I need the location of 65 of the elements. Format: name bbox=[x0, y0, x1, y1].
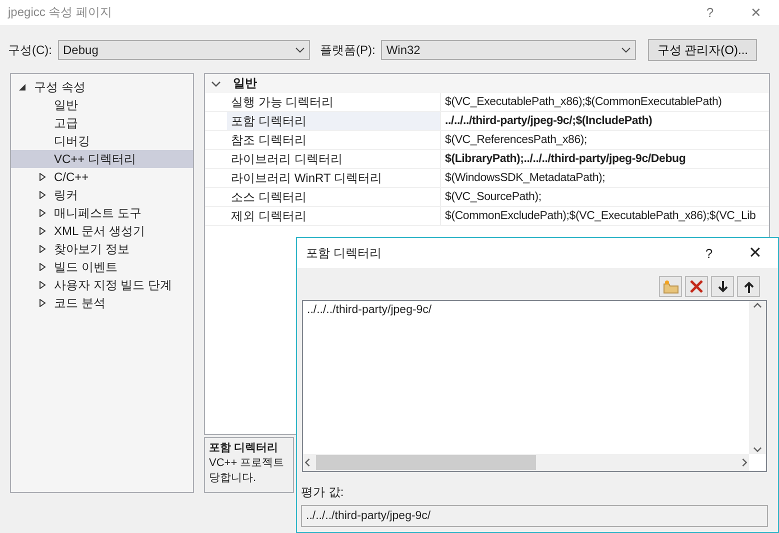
down-arrow-icon bbox=[718, 280, 728, 292]
close-button[interactable]: ✕ bbox=[732, 240, 778, 266]
description-title: 포함 디렉터리 bbox=[209, 441, 280, 455]
close-icon bbox=[690, 280, 703, 293]
tree-item[interactable]: 일반 bbox=[11, 96, 193, 114]
property-value[interactable]: $(VC_ReferencesPath_x86); bbox=[441, 131, 769, 149]
expanded-triangle-icon[interactable] bbox=[19, 83, 26, 91]
close-button[interactable]: ✕ bbox=[733, 0, 779, 25]
vertical-scrollbar[interactable] bbox=[749, 301, 766, 454]
collapsed-triangle-icon[interactable] bbox=[39, 191, 46, 199]
scroll-down-icon[interactable] bbox=[753, 445, 762, 454]
help-button[interactable]: ? bbox=[687, 0, 733, 25]
dialog-title: 포함 디렉터리 bbox=[306, 244, 382, 262]
scroll-up-icon[interactable] bbox=[753, 301, 762, 310]
configuration-label: 구성(C): bbox=[8, 42, 52, 58]
configuration-manager-button[interactable]: 구성 관리자(O)... bbox=[648, 39, 758, 61]
collapsed-triangle-icon[interactable] bbox=[39, 299, 46, 307]
tree-item[interactable]: VC++ 디렉터리 bbox=[11, 150, 193, 168]
dropdown-chevron-icon bbox=[295, 47, 305, 53]
property-name[interactable]: 포함 디렉터리 bbox=[227, 112, 441, 130]
configuration-dropdown[interactable]: Debug bbox=[58, 40, 310, 60]
scrollbar-thumb[interactable] bbox=[316, 455, 536, 470]
help-button[interactable]: ? bbox=[686, 240, 732, 266]
scroll-left-icon[interactable] bbox=[303, 458, 312, 467]
chevron-icon[interactable] bbox=[211, 80, 221, 86]
tree-item[interactable]: XML 문서 생성기 bbox=[11, 222, 193, 240]
property-value[interactable]: $(VC_SourcePath); bbox=[441, 188, 769, 206]
move-up-button[interactable] bbox=[737, 276, 760, 297]
move-down-button[interactable] bbox=[711, 276, 734, 297]
delete-button[interactable] bbox=[685, 276, 708, 297]
platform-label: 플랫폼(P): bbox=[320, 42, 376, 58]
tree-item[interactable]: 빌드 이벤트 bbox=[11, 258, 193, 276]
evaluated-value-field[interactable]: ../../../third-party/jpeg-9c/ bbox=[301, 505, 768, 527]
collapsed-triangle-icon[interactable] bbox=[39, 263, 46, 271]
description-text: 당합니다. bbox=[209, 471, 258, 485]
group-header[interactable]: 일반 bbox=[205, 74, 769, 93]
description-text: VC++ 프로젝트 bbox=[209, 456, 286, 470]
tree-item[interactable]: 구성 속성 bbox=[11, 78, 193, 96]
window-title: jpegicc 속성 페이지 bbox=[8, 4, 114, 21]
property-value[interactable]: ../../../third-party/jpeg-9c/;$(IncludePath) bbox=[441, 112, 769, 130]
platform-dropdown[interactable]: Win32 bbox=[381, 40, 636, 60]
tree-item[interactable]: 매니페스트 도구 bbox=[11, 204, 193, 222]
dropdown-chevron-icon bbox=[621, 47, 632, 53]
property-value[interactable]: $(CommonExcludePath);$(VC_ExecutablePath_x86);$(VC_Lib bbox=[441, 207, 769, 225]
tree-item[interactable]: 디버깅 bbox=[11, 132, 193, 150]
property-value[interactable]: $(WindowsSDK_MetadataPath); bbox=[441, 169, 769, 187]
horizontal-scrollbar[interactable] bbox=[303, 454, 749, 471]
collapsed-triangle-icon[interactable] bbox=[39, 227, 46, 235]
tree-item[interactable]: 코드 분석 bbox=[11, 294, 193, 312]
tree-item[interactable]: 링커 bbox=[11, 186, 193, 204]
tree-item[interactable]: 찾아보기 정보 bbox=[11, 240, 193, 258]
collapsed-triangle-icon[interactable] bbox=[39, 281, 46, 289]
collapsed-triangle-icon[interactable] bbox=[39, 245, 46, 253]
property-value[interactable]: $(VC_ExecutablePath_x86);$(CommonExecutablePath) bbox=[441, 93, 769, 111]
tree-item[interactable]: C/C++ bbox=[11, 168, 193, 186]
collapsed-triangle-icon[interactable] bbox=[39, 209, 46, 217]
tree-item[interactable]: 고급 bbox=[11, 114, 193, 132]
evaluated-value-label: 평가 값: bbox=[300, 484, 345, 501]
collapsed-triangle-icon[interactable] bbox=[39, 173, 46, 181]
property-value[interactable]: $(LibraryPath);../../../third-party/jpeg-9c/Debug bbox=[441, 150, 769, 168]
scroll-right-icon[interactable] bbox=[740, 458, 749, 467]
list-item[interactable]: ../../../third-party/jpeg-9c/ bbox=[303, 301, 436, 319]
up-arrow-icon bbox=[744, 280, 754, 292]
tree-item[interactable]: 사용자 지정 빌드 단계 bbox=[11, 276, 193, 294]
folder-icon bbox=[662, 280, 678, 294]
